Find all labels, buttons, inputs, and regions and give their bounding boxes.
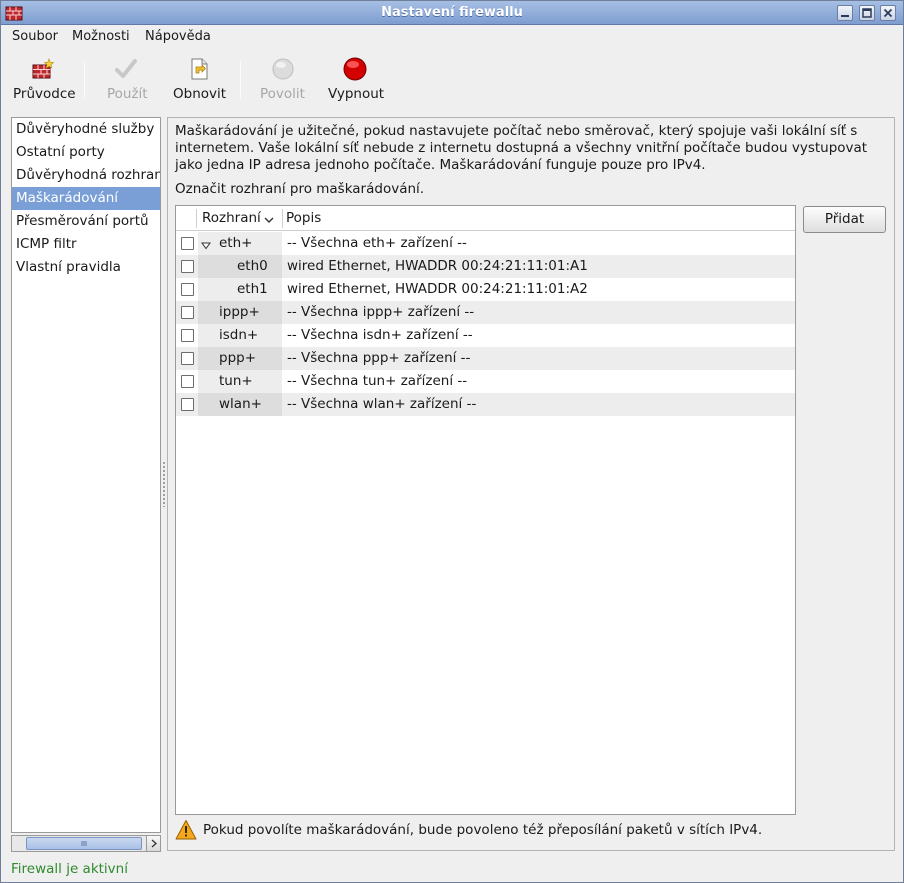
interface-cell: eth0 — [198, 255, 282, 278]
table-row: eth0 wired Ethernet, HWADDR 00:24:21:11:… — [176, 255, 795, 278]
row-checkbox[interactable] — [181, 283, 194, 296]
scroll-right-button[interactable] — [146, 836, 160, 851]
interface-cell: ippp+ — [198, 301, 282, 324]
row-checkbox[interactable] — [181, 352, 194, 365]
title-bar: Nastavení firewallu — [1, 1, 903, 25]
disable-label: Vypnout — [328, 86, 385, 102]
minimize-button[interactable] — [837, 5, 853, 21]
scrollbar-thumb[interactable] — [26, 837, 142, 850]
maximize-icon — [862, 8, 872, 18]
sort-chevron-down-icon — [264, 213, 274, 228]
reload-button[interactable]: Obnovit — [165, 49, 231, 107]
table-row: isdn+ -- Všechna isdn+ zařízení -- — [176, 324, 795, 347]
close-icon — [883, 8, 893, 18]
interface-cell: tun+ — [198, 370, 282, 393]
masquerading-warning: Pokud povolíte maškarádování, bude povol… — [175, 819, 887, 845]
table-row: ppp+ -- Všechna ppp+ zařízení -- — [176, 347, 795, 370]
disable-button[interactable]: Vypnout — [321, 49, 389, 107]
interface-description: wired Ethernet, HWADDR 00:24:21:11:01:A2 — [287, 281, 588, 297]
row-checkbox[interactable] — [181, 306, 194, 319]
table-row: eth+ -- Všechna eth+ zařízení -- — [176, 232, 795, 255]
row-checkbox[interactable] — [181, 375, 194, 388]
menu-bar: Soubor Možnosti Nápověda — [1, 26, 903, 48]
red-circle-icon — [343, 57, 367, 81]
close-button[interactable] — [880, 5, 896, 21]
interface-description: -- Všechna wlan+ zařízení -- — [287, 396, 477, 412]
category-trusted-services[interactable]: Důvěryhodné služby — [12, 118, 160, 141]
interface-name: ppp+ — [219, 350, 257, 366]
category-masquerading[interactable]: Maškarádování — [12, 187, 160, 210]
column-separator — [196, 209, 197, 228]
menu-options[interactable]: Možnosti — [72, 29, 130, 44]
reload-icon — [187, 57, 211, 81]
interface-name: eth+ — [219, 235, 253, 251]
category-list: Důvěryhodné služby Ostatní porty Důvěryh… — [11, 117, 161, 833]
mark-interfaces-label: Označit rozhraní pro maškarádování. — [175, 181, 425, 197]
category-icmp-filter[interactable]: ICMP filtr — [12, 233, 160, 256]
interface-cell: wlan+ — [198, 393, 282, 416]
interface-description: -- Všechna eth+ zařízení -- — [287, 235, 467, 251]
category-custom-rules[interactable]: Vlastní pravidla — [12, 256, 160, 279]
interface-name: tun+ — [219, 373, 253, 389]
checkmark-icon — [114, 57, 138, 81]
menu-file[interactable]: Soubor — [12, 29, 58, 44]
row-checkbox[interactable] — [181, 260, 194, 273]
interface-cell: eth+ — [198, 232, 282, 255]
interfaces-table: Rozhraní Popis eth+ -- Všechna eth+ zaří… — [175, 205, 796, 815]
interface-name: eth1 — [237, 281, 268, 297]
column-separator — [282, 209, 283, 228]
enable-button[interactable]: Povolit — [253, 49, 313, 107]
interface-description: -- Všechna ppp+ zařízení -- — [287, 350, 471, 366]
arrow-right-icon — [151, 839, 157, 848]
apply-label: Použít — [107, 86, 148, 102]
masquerading-description: Maškarádování je užitečné, pokud nastavu… — [175, 123, 868, 173]
status-bar-text: Firewall je aktivní — [11, 861, 128, 877]
interface-cell: ppp+ — [198, 347, 282, 370]
maximize-button[interactable] — [859, 5, 875, 21]
column-header-description[interactable]: Popis — [286, 210, 321, 226]
enable-label: Povolit — [260, 86, 305, 102]
grey-circle-icon — [271, 57, 295, 81]
minimize-icon — [841, 15, 849, 17]
interface-cell: eth1 — [198, 278, 282, 301]
toolbar-separator — [84, 61, 85, 99]
row-checkbox[interactable] — [181, 329, 194, 342]
expander-down-icon[interactable] — [201, 239, 211, 254]
interface-name: wlan+ — [219, 396, 262, 412]
row-checkbox[interactable] — [181, 237, 194, 250]
menu-help[interactable]: Nápověda — [145, 29, 211, 44]
warning-text: Pokud povolíte maškarádování, bude povol… — [203, 822, 763, 838]
category-horizontal-scrollbar[interactable] — [11, 835, 161, 852]
category-trusted-interfaces[interactable]: Důvěryhodná rozhraní — [12, 164, 160, 187]
wizard-label: Průvodce — [13, 86, 76, 102]
pane-resize-handle[interactable] — [162, 461, 166, 507]
interface-name: eth0 — [237, 258, 268, 274]
table-row: wlan+ -- Všechna wlan+ zařízení -- — [176, 393, 795, 416]
interface-description: -- Všechna isdn+ zařízení -- — [287, 327, 473, 343]
category-port-forwarding[interactable]: Přesměrování portů — [12, 210, 160, 233]
add-button[interactable]: Přidat — [803, 206, 886, 233]
apply-button[interactable]: Použít — [97, 49, 157, 107]
firewall-window: Nastavení firewallu Soubor Možnosti Nápo… — [0, 0, 904, 883]
interface-cell: isdn+ — [198, 324, 282, 347]
table-row: ippp+ -- Všechna ippp+ zařízení -- — [176, 301, 795, 324]
table-header: Rozhraní Popis — [176, 206, 795, 231]
interface-description: -- Všechna tun+ zařízení -- — [287, 373, 468, 389]
category-other-ports[interactable]: Ostatní porty — [12, 141, 160, 164]
interface-description: -- Všechna ippp+ zařízení -- — [287, 304, 475, 320]
toolbar: Průvodce Použít Obnovit Povolit Vypnout — [1, 49, 903, 107]
row-checkbox[interactable] — [181, 398, 194, 411]
wizard-icon — [31, 57, 55, 81]
toolbar-separator — [240, 61, 241, 99]
wizard-button[interactable]: Průvodce — [9, 49, 77, 107]
reload-label: Obnovit — [173, 86, 227, 102]
table-row: tun+ -- Všechna tun+ zařízení -- — [176, 370, 795, 393]
warning-icon — [175, 819, 197, 845]
interface-name: ippp+ — [219, 304, 260, 320]
table-row: eth1 wired Ethernet, HWADDR 00:24:21:11:… — [176, 278, 795, 301]
window-title: Nastavení firewallu — [381, 5, 523, 20]
interface-description: wired Ethernet, HWADDR 00:24:21:11:01:A1 — [287, 258, 588, 274]
column-header-interface[interactable]: Rozhraní — [202, 210, 261, 226]
interface-name: isdn+ — [219, 327, 259, 343]
